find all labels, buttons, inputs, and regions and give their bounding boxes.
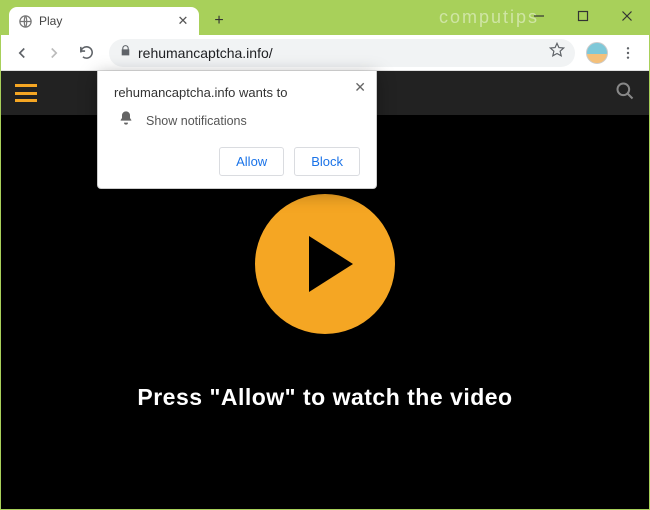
- globe-icon: [17, 13, 33, 29]
- back-button[interactable]: [7, 38, 37, 68]
- allow-button[interactable]: Allow: [219, 147, 284, 176]
- close-window-button[interactable]: [605, 1, 649, 31]
- notification-permission-popup: ✕ rehumancaptcha.info wants to Show noti…: [97, 71, 377, 189]
- reload-button[interactable]: [71, 38, 101, 68]
- popup-capability-row: Show notifications: [114, 110, 360, 131]
- popup-close-icon[interactable]: ✕: [354, 79, 366, 96]
- play-icon: [309, 236, 353, 292]
- popup-actions: Allow Block: [114, 147, 360, 176]
- search-icon[interactable]: [615, 81, 635, 106]
- avatar-icon: [586, 42, 608, 64]
- kebab-menu-button[interactable]: [613, 38, 643, 68]
- instruction-text: Press "Allow" to watch the video: [137, 384, 512, 411]
- browser-tab[interactable]: Play ✕: [9, 7, 199, 35]
- address-bar[interactable]: rehumancaptcha.info/: [109, 39, 575, 67]
- address-text: rehumancaptcha.info/: [138, 45, 543, 61]
- bookmark-star-icon[interactable]: [549, 42, 565, 63]
- titlebar: Play ✕ + computips: [1, 1, 649, 35]
- browser-toolbar: rehumancaptcha.info/: [1, 35, 649, 71]
- page-content: Press "Allow" to watch the video ✕ rehum…: [1, 71, 649, 509]
- popup-capability-text: Show notifications: [146, 114, 247, 128]
- browser-window: Play ✕ + computips: [0, 0, 650, 510]
- tab-strip: Play ✕ +: [1, 1, 233, 35]
- play-button[interactable]: [255, 194, 395, 334]
- hamburger-menu-icon[interactable]: [15, 84, 37, 102]
- new-tab-button[interactable]: +: [205, 7, 233, 35]
- forward-button[interactable]: [39, 38, 69, 68]
- minimize-button[interactable]: [517, 1, 561, 31]
- lock-icon: [119, 44, 132, 62]
- tab-close-icon[interactable]: ✕: [175, 13, 191, 29]
- profile-button[interactable]: [583, 39, 611, 67]
- maximize-button[interactable]: [561, 1, 605, 31]
- tab-title: Play: [39, 14, 169, 28]
- bell-icon: [118, 110, 134, 131]
- popup-origin-text: rehumancaptcha.info wants to: [114, 85, 360, 100]
- window-controls: [517, 1, 649, 31]
- block-button[interactable]: Block: [294, 147, 360, 176]
